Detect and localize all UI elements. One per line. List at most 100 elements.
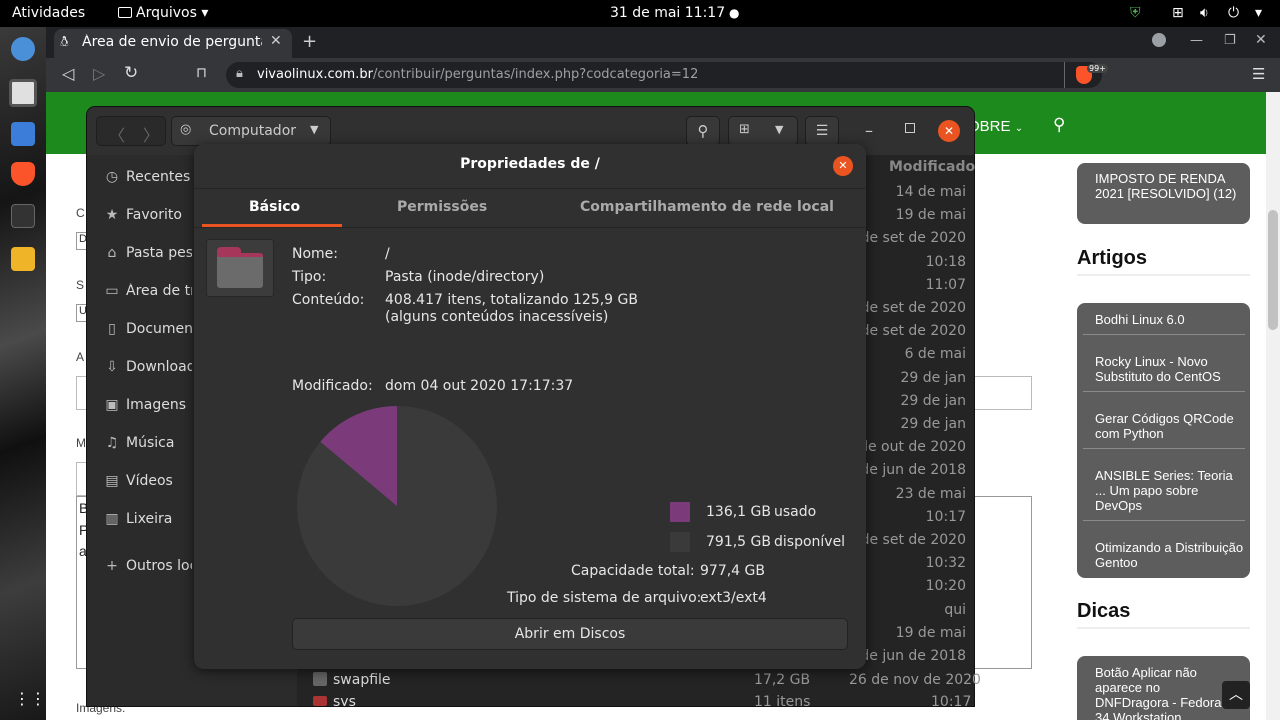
- back-icon[interactable]: 〈: [109, 122, 125, 146]
- url-path: /contribuir/perguntas/index.php?codcateg…: [372, 67, 699, 82]
- file-name[interactable]: swapfile: [333, 672, 391, 688]
- tux-icon: 🐧︎: [60, 34, 69, 50]
- file-modified: de set de 2020: [860, 230, 966, 247]
- scroll-top-button[interactable]: ︿: [1222, 681, 1250, 709]
- sidebar-item-recentes[interactable]: ◷ Recentes: [104, 169, 190, 185]
- sidebar-item-trash[interactable]: ▥ Lixeira: [104, 511, 172, 527]
- bookmark-icon[interactable]: ⊓: [196, 65, 207, 81]
- sidebar-label: Imagens: [126, 397, 187, 413]
- sidebar-label: Recentes: [126, 169, 191, 185]
- artigos-heading: Artigos: [1077, 247, 1147, 269]
- caret-down-icon[interactable]: ▾: [1255, 5, 1262, 21]
- scrollbar-thumb[interactable]: [1268, 210, 1278, 330]
- image-icon: ▣: [105, 397, 119, 413]
- url-bar[interactable]: 🔒︎ vivaolinux.com.br/contribuir/pergunta…: [226, 62, 1108, 88]
- maximize-icon[interactable]: [905, 123, 915, 133]
- close-icon[interactable]: ✕: [833, 156, 853, 176]
- browser-icon[interactable]: [11, 37, 35, 61]
- app-menu[interactable]: Arquivos ▾: [118, 5, 208, 21]
- volume-icon[interactable]: 🔉︎: [1200, 5, 1209, 21]
- location-button[interactable]: ◎ Computador ▼: [171, 116, 331, 146]
- tab-title: Área de envio de pergunta: [82, 34, 262, 50]
- new-tab-icon[interactable]: +: [302, 31, 317, 52]
- artigo-link[interactable]: Otimizando a Distribuição Gentoo: [1095, 540, 1245, 570]
- close-icon[interactable]: ✕: [938, 120, 960, 142]
- dica-link[interactable]: Botão Aplicar não aparece no DNFDragora …: [1095, 665, 1227, 720]
- folder-preview[interactable]: [206, 239, 274, 297]
- restore-icon[interactable]: ❐: [1224, 33, 1236, 48]
- file-name[interactable]: sys: [333, 694, 356, 706]
- forward-icon[interactable]: ▷: [93, 64, 105, 83]
- clock[interactable]: 31 de mai 11:17: [610, 5, 725, 21]
- divider: [1077, 627, 1250, 629]
- sidebar-item-desktop[interactable]: ▭ Área de tr: [104, 283, 192, 299]
- file-modified: de jun de 2018: [860, 648, 966, 664]
- brave-icon[interactable]: [11, 162, 35, 186]
- tab-permissions[interactable]: Permissões: [397, 199, 487, 215]
- browser-tab[interactable]: 🐧︎ Área de envio de pergunta ✕: [54, 29, 292, 58]
- open-disks-button[interactable]: Abrir em Discos: [292, 618, 848, 650]
- capacity-value: 977,4 GB: [700, 563, 765, 579]
- back-icon[interactable]: ◁: [62, 64, 74, 83]
- sidebar-label: Música: [126, 435, 175, 451]
- sidebar-item-home[interactable]: ⌂ Pasta pess: [104, 245, 192, 261]
- artigo-link[interactable]: ANSIBLE Series: Teoria ... Um papo sobre…: [1095, 468, 1245, 513]
- archive-icon[interactable]: [11, 247, 35, 271]
- terminal-icon[interactable]: [11, 204, 35, 228]
- nav-label: OBRE: [968, 118, 1011, 135]
- grid-view-icon[interactable]: ⊞: [739, 122, 750, 137]
- caret-down-icon[interactable]: ▼: [775, 123, 783, 136]
- sidebar-item-downloads[interactable]: ⇩ Download: [104, 359, 192, 375]
- sidebar-item-pictures[interactable]: ▣ Imagens: [104, 397, 186, 413]
- artigo-link[interactable]: Gerar Códigos QRCode com Python: [1095, 411, 1245, 441]
- files-icon[interactable]: [9, 79, 37, 107]
- sidebar-question-link[interactable]: IMPOSTO DE RENDA 2021 [RESOLVIDO] (12): [1095, 171, 1245, 201]
- sidebar-question-box[interactable]: IMPOSTO DE RENDA 2021 [RESOLVIDO] (12): [1077, 163, 1250, 224]
- download-icon: ⇩: [106, 359, 118, 375]
- search-icon[interactable]: ⚲: [686, 116, 720, 146]
- trash-icon: ▥: [105, 511, 119, 527]
- close-tab-icon[interactable]: ✕: [270, 33, 282, 49]
- network-icon[interactable]: ⊞: [1172, 5, 1184, 21]
- divider: [194, 227, 866, 228]
- minimize-icon[interactable]: —: [1190, 33, 1203, 48]
- dicas-heading: Dicas: [1077, 600, 1131, 622]
- minimize-icon[interactable]: –: [865, 121, 873, 140]
- sidebar-label: Lixeira: [126, 511, 173, 527]
- menu-icon[interactable]: ☰: [1252, 65, 1265, 83]
- badge: 99+: [1087, 64, 1108, 73]
- app-grid-icon[interactable]: ⋮⋮: [14, 689, 46, 708]
- divider: [1083, 334, 1245, 335]
- divider: [1064, 62, 1065, 88]
- forward-icon[interactable]: 〉: [143, 122, 159, 146]
- tab-sharing[interactable]: Compartilhamento de rede local: [580, 199, 834, 215]
- close-window-icon[interactable]: ✕: [1255, 32, 1267, 48]
- artigo-link[interactable]: Rocky Linux - Novo Substituto do CentOS: [1095, 354, 1245, 384]
- sidebar-item-favorito[interactable]: ★ Favorito: [104, 207, 182, 223]
- sidebar-item-music[interactable]: ♫ Música: [104, 435, 175, 451]
- power-icon[interactable]: ⏻: [1228, 5, 1239, 21]
- tab-search-icon[interactable]: [1152, 33, 1166, 47]
- tab-basic[interactable]: Básico: [249, 199, 300, 215]
- writer-icon[interactable]: [11, 122, 35, 146]
- folder-icon: [313, 696, 327, 706]
- file-modified: qui: [944, 601, 966, 618]
- search-icon[interactable]: ⚲: [1053, 115, 1065, 135]
- notification-dot-icon: ●: [729, 6, 740, 20]
- column-header-modified[interactable]: Modificado: [889, 159, 975, 175]
- divider: [1083, 391, 1245, 392]
- scrollbar[interactable]: [1266, 92, 1280, 720]
- reload-icon[interactable]: ↻: [124, 63, 138, 83]
- sidebar-item-videos[interactable]: ▤ Vídeos: [104, 473, 172, 489]
- artigo-link[interactable]: Bodhi Linux 6.0: [1095, 312, 1245, 327]
- file-modified: 10:20: [925, 578, 966, 595]
- divider: [194, 188, 866, 189]
- nav-item[interactable]: OBRE ⌄: [968, 118, 1023, 135]
- sidebar-item-other-locations[interactable]: + Outros loc: [104, 558, 192, 574]
- sidebar-item-documents[interactable]: ▯ Document: [104, 321, 192, 337]
- activities-button[interactable]: Atividades: [12, 5, 85, 21]
- hamburger-menu-icon[interactable]: ☰: [805, 116, 839, 146]
- file-modified: 29 de jan: [900, 416, 966, 432]
- chevron-down-icon: ⌄: [1014, 123, 1024, 134]
- shield-icon[interactable]: ⛨: [1130, 5, 1141, 21]
